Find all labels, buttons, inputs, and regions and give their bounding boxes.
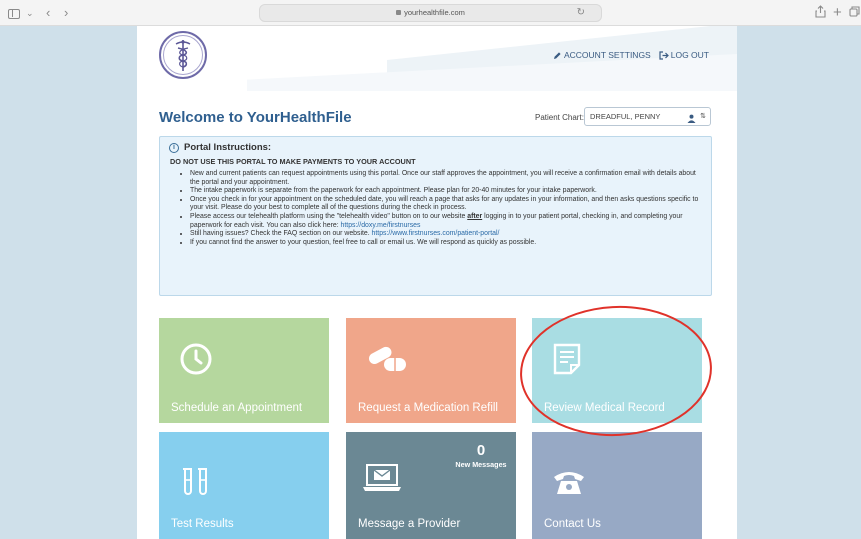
schedule-appointment-tile[interactable]: Schedule an Appointment xyxy=(159,318,329,423)
tile-label: Request a Medication Refill xyxy=(358,402,498,414)
lock-icon xyxy=(396,10,402,15)
medication-refill-tile[interactable]: Request a Medication Refill xyxy=(346,318,516,423)
person-icon xyxy=(687,112,696,129)
list-item: Still having issues? Check the FAQ secti… xyxy=(190,230,700,239)
caduceus-icon xyxy=(175,40,191,71)
message-count-label: New Messages xyxy=(455,460,507,469)
patient-chart-select[interactable]: DREADFUL, PENNY ⇅ xyxy=(584,107,711,126)
list-item: New and current patients can request app… xyxy=(190,170,700,187)
faq-link[interactable]: https://www.firstnurses.com/patient-port… xyxy=(372,230,500,237)
tile-label: Test Results xyxy=(171,518,234,530)
portal-instructions-panel: i Portal Instructions: DO NOT USE THIS P… xyxy=(159,136,712,296)
reload-icon[interactable]: ↻ xyxy=(577,5,585,21)
tile-label: Schedule an Appointment xyxy=(171,402,303,414)
top-nav: ACCOUNT SETTINGS LOG OUT xyxy=(553,50,709,60)
sidebar-toggle-icon[interactable] xyxy=(8,5,22,21)
test-results-tile[interactable]: Test Results xyxy=(159,432,329,539)
pills-icon xyxy=(368,346,406,371)
chevron-down-icon[interactable]: ⌄ xyxy=(26,5,34,21)
test-tubes-icon xyxy=(183,468,207,495)
instructions-heading: i Portal Instructions: xyxy=(169,142,271,153)
message-count: 0 xyxy=(476,442,486,459)
page-title: Welcome to YourHealthFile xyxy=(159,109,352,126)
account-settings-link[interactable]: ACCOUNT SETTINGS xyxy=(553,50,651,60)
updown-arrows-icon: ⇅ xyxy=(700,113,706,120)
new-tab-icon[interactable]: + xyxy=(833,5,842,21)
tile-label: Contact Us xyxy=(544,518,601,530)
address-bar[interactable]: yourhealthfile.com ↻ xyxy=(259,4,602,22)
info-icon: i xyxy=(169,142,179,153)
telehealth-link[interactable]: https://doxy.me/firstnurses xyxy=(341,222,421,229)
portal-page: ACCOUNT SETTINGS LOG OUT Welcome to Your… xyxy=(137,26,737,539)
list-item: The intake paperwork is separate from th… xyxy=(190,187,700,196)
telephone-icon xyxy=(554,472,584,494)
contact-us-tile[interactable]: Contact Us xyxy=(532,432,702,539)
log-out-label: LOG OUT xyxy=(670,50,709,60)
patient-chart-value: DREADFUL, PENNY xyxy=(590,112,661,121)
forward-icon[interactable]: › xyxy=(64,5,68,21)
logout-icon xyxy=(659,50,669,60)
caduceus-logo[interactable] xyxy=(159,31,207,79)
list-item: Once you check in for your appointment o… xyxy=(190,196,700,213)
log-out-link[interactable]: LOG OUT xyxy=(659,50,709,60)
tabs-overview-icon[interactable] xyxy=(849,5,860,21)
pencil-icon xyxy=(553,51,561,59)
url-text: yourhealthfile.com xyxy=(404,8,465,17)
tile-label: Message a Provider xyxy=(358,518,461,530)
clock-icon xyxy=(180,343,212,375)
page-header: ACCOUNT SETTINGS LOG OUT xyxy=(137,26,737,91)
payment-warning: DO NOT USE THIS PORTAL TO MAKE PAYMENTS … xyxy=(170,157,416,166)
instructions-list: New and current patients can request app… xyxy=(190,170,700,247)
account-settings-label: ACCOUNT SETTINGS xyxy=(563,50,651,60)
browser-toolbar: ⌄ ‹ › yourhealthfile.com ↻ + xyxy=(0,0,861,26)
list-item: If you cannot find the answer to your qu… xyxy=(190,239,700,248)
list-item: Please access our telehealth platform us… xyxy=(190,213,700,230)
share-icon[interactable] xyxy=(815,5,826,21)
message-provider-tile[interactable]: 0 New Messages Message a Provider xyxy=(346,432,516,539)
new-messages-badge: 0 New Messages xyxy=(446,442,516,469)
instructions-title: Portal Instructions: xyxy=(184,142,272,153)
patient-chart-label: Patient Chart: xyxy=(535,113,584,122)
laptop-mail-icon xyxy=(363,464,401,491)
back-icon[interactable]: ‹ xyxy=(46,5,50,21)
